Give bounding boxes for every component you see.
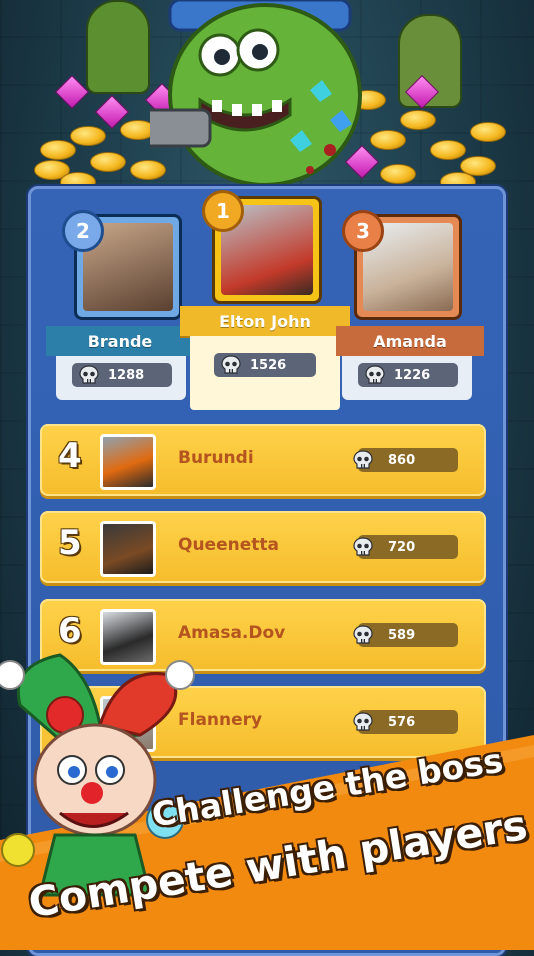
score-pill: 860 xyxy=(353,448,458,472)
skull-icon xyxy=(364,365,386,385)
score-value: 1288 xyxy=(108,367,145,383)
score-value: 860 xyxy=(388,452,416,468)
row-rank: 4 xyxy=(58,436,82,476)
podium-name-ribbon: Elton John xyxy=(180,306,350,338)
podium-name-ribbon: Amanda xyxy=(336,326,484,356)
skull-icon xyxy=(352,625,374,645)
score-pill: 720 xyxy=(353,535,458,559)
skull-icon xyxy=(220,355,242,375)
player-name: Elton John xyxy=(219,311,311,331)
podium-rank: 3 xyxy=(356,219,370,243)
score-pill: 1526 xyxy=(214,353,316,377)
score-pill: 1226 xyxy=(358,363,458,387)
medal-icon: 2 xyxy=(62,210,104,252)
player-name: Queenetta xyxy=(178,535,279,555)
medal-icon: 3 xyxy=(342,210,384,252)
score-value: 1526 xyxy=(250,357,287,373)
boss-hero-art xyxy=(0,0,534,200)
score-pill: 589 xyxy=(353,623,458,647)
podium-rank: 1 xyxy=(216,199,230,223)
score-value: 720 xyxy=(388,539,416,555)
leaderboard-row[interactable]: 5 Queenetta 720 xyxy=(40,511,486,583)
player-name: Burundi xyxy=(178,448,254,468)
skull-icon xyxy=(78,365,100,385)
score-pill: 1288 xyxy=(72,363,172,387)
player-name: Amanda xyxy=(373,331,447,351)
score-value: 1226 xyxy=(394,367,431,383)
player-name: Brande xyxy=(87,331,153,351)
podium-name-ribbon: Brande xyxy=(46,326,194,356)
skull-icon xyxy=(352,450,374,470)
skull-icon xyxy=(352,712,374,732)
avatar xyxy=(100,434,156,490)
score-value: 589 xyxy=(388,627,416,643)
avatar xyxy=(100,521,156,577)
zombie-boss-icon xyxy=(150,0,362,187)
score-pill: 576 xyxy=(353,710,458,734)
row-rank: 5 xyxy=(58,523,82,563)
medal-icon: 1 xyxy=(202,190,244,232)
player-name: Amasa.Dov xyxy=(178,623,286,643)
skull-icon xyxy=(352,537,374,557)
leaderboard-row[interactable]: 4 Burundi 860 xyxy=(40,424,486,496)
score-value: 576 xyxy=(388,714,416,730)
podium-rank: 2 xyxy=(76,219,90,243)
